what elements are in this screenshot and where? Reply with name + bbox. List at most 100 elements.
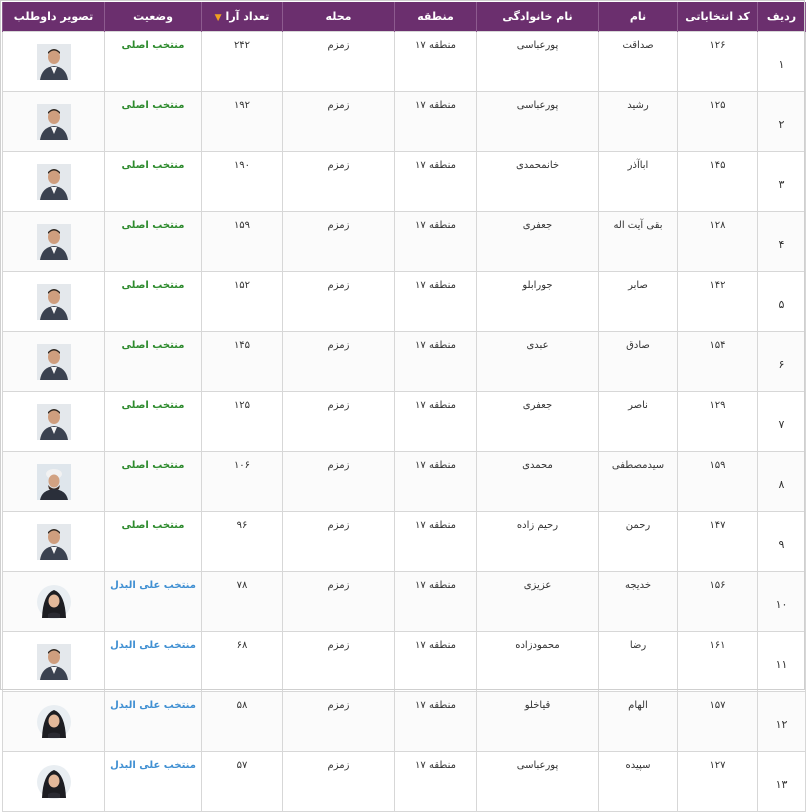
cell-row-number: ۸ [757,451,806,512]
cell-neighborhood: زمزم [282,91,395,152]
cell-neighborhood: زمزم [282,151,395,212]
cell-status: منتخب علی البدل [104,631,202,692]
cell-last-name: پورعباسی [476,31,599,92]
cell-candidate-photo [2,91,105,152]
cell-last-name: قیاخلو [476,691,599,752]
cell-last-name: پورعباسی [476,751,599,812]
table-row[interactable]: ۱۲ ۱۵۷ الهام قیاخلو منطقه ۱۷ زمزم ۵۸ منتخب علی … [2,691,806,752]
table-row[interactable]: ۶ ۱۵۴ صادق عبدی منطقه ۱۷ زمزم ۱۴۵ منتخب اصلی [2,331,806,392]
table-row[interactable]: ۲ ۱۲۵ رشید پورعباسی منطقه ۱۷ زمزم ۱۹۲ منتخب اصل… [2,91,806,152]
header-election-code[interactable]: کد انتخاباتی [677,2,758,32]
cell-first-name: صداقت [598,31,678,92]
cell-first-name: بقی آیت اله [598,211,678,272]
cell-first-name: سیدمصطفی [598,451,678,512]
cell-candidate-photo [2,511,105,572]
cell-first-name: رشید [598,91,678,152]
header-neighborhood[interactable]: محله [282,2,395,32]
table-row[interactable]: ۷ ۱۲۹ ناصر جعفری منطقه ۱۷ زمزم ۱۲۵ منتخب اصلی [2,391,806,452]
cell-votes: ۱۵۲ [201,271,283,332]
cell-row-number: ۱ [757,31,806,92]
male-candidate-photo[interactable] [36,163,71,200]
cell-last-name: رحیم زاده [476,511,599,572]
table-row[interactable]: ۱۳ ۱۲۷ سپیده پورعباسی منطقه ۱۷ زمزم ۵۷ منتخب عل… [2,751,806,812]
cell-candidate-photo [2,31,105,92]
male-candidate-photo[interactable] [36,43,71,80]
results-table: ردیف کد انتخاباتی نام نام خانوادگی منطقه… [2,2,806,812]
cell-first-name: صادق [598,331,678,392]
female-candidate-photo[interactable] [36,704,71,740]
cell-first-name: صابر [598,271,678,332]
male-candidate-photo[interactable] [36,343,71,380]
cell-last-name: عبدی [476,331,599,392]
cell-status: منتخب اصلی [104,271,202,332]
cell-last-name: خانمحمدی [476,151,599,212]
cell-votes: ۱۵۹ [201,211,283,272]
cell-candidate-photo [2,331,105,392]
header-last-name[interactable]: نام خانوادگی [476,2,599,32]
table-row[interactable]: ۸ ۱۵۹ سیدمصطفی محمدی منطقه ۱۷ زمزم ۱۰۶ منتخب اص… [2,451,806,512]
cell-election-code: ۱۵۶ [677,571,758,632]
cell-first-name: اباآذر [598,151,678,212]
cell-status: منتخب علی البدل [104,571,202,632]
cell-last-name: جورابلو [476,271,599,332]
cell-zone: منطقه ۱۷ [394,151,477,212]
cell-neighborhood: زمزم [282,631,395,692]
table-row[interactable]: ۱۱ ۱۶۱ رضا محمودزاده منطقه ۱۷ زمزم ۶۸ منتخب علی… [2,631,806,692]
cell-row-number: ۹ [757,511,806,572]
cell-votes: ۱۹۲ [201,91,283,152]
header-status[interactable]: وضعیت [104,2,202,32]
cell-first-name: خدیجه [598,571,678,632]
cell-votes: ۱۰۶ [201,451,283,512]
cell-status: منتخب اصلی [104,91,202,152]
cell-candidate-photo [2,631,105,692]
results-table-container: ردیف کد انتخاباتی نام نام خانوادگی منطقه… [2,2,806,812]
cell-zone: منطقه ۱۷ [394,331,477,392]
table-row[interactable]: ۳ ۱۴۵ اباآذر خانمحمدی منطقه ۱۷ زمزم ۱۹۰ منتخب ا… [2,151,806,212]
cell-neighborhood: زمزم [282,331,395,392]
cell-election-code: ۱۴۲ [677,271,758,332]
female-candidate-photo[interactable] [36,764,71,800]
header-candidate-photo[interactable]: تصویر داوطلب [2,2,105,32]
male-candidate-photo[interactable] [36,103,71,140]
cell-row-number: ۵ [757,271,806,332]
cell-status: منتخب اصلی [104,31,202,92]
cell-neighborhood: زمزم [282,211,395,272]
table-row[interactable]: ۱ ۱۲۶ صداقت پورعباسی منطقه ۱۷ زمزم ۲۴۲ منتخب اص… [2,31,806,92]
cell-row-number: ۱۰ [757,571,806,632]
cell-neighborhood: زمزم [282,691,395,752]
cell-zone: منطقه ۱۷ [394,271,477,332]
cleric-candidate-photo[interactable] [36,463,71,500]
table-row[interactable]: ۴ ۱۲۸ بقی آیت اله جعفری منطقه ۱۷ زمزم ۱۵۹ منتخب… [2,211,806,272]
cell-zone: منطقه ۱۷ [394,91,477,152]
cell-candidate-photo [2,451,105,512]
cell-neighborhood: زمزم [282,391,395,452]
cell-row-number: ۲ [757,91,806,152]
cell-candidate-photo [2,391,105,452]
cell-votes: ۵۸ [201,691,283,752]
male-candidate-photo[interactable] [36,523,71,560]
cell-election-code: ۱۲۸ [677,211,758,272]
cell-zone: منطقه ۱۷ [394,571,477,632]
male-candidate-photo[interactable] [36,223,71,260]
cell-neighborhood: زمزم [282,451,395,512]
cell-status: منتخب اصلی [104,451,202,512]
header-row-number[interactable]: ردیف [757,2,806,32]
cell-zone: منطقه ۱۷ [394,631,477,692]
cell-candidate-photo [2,151,105,212]
male-candidate-photo[interactable] [36,403,71,440]
header-votes[interactable]: تعداد آرا▼ [201,2,283,32]
cell-row-number: ۴ [757,211,806,272]
cell-candidate-photo [2,751,105,812]
header-first-name[interactable]: نام [598,2,678,32]
cell-election-code: ۱۴۵ [677,151,758,212]
male-candidate-photo[interactable] [36,643,71,680]
table-row[interactable]: ۹ ۱۴۷ رحمن رحیم زاده منطقه ۱۷ زمزم ۹۶ منتخب اصل… [2,511,806,572]
table-row[interactable]: ۵ ۱۴۲ صابر جورابلو منطقه ۱۷ زمزم ۱۵۲ منتخب اصلی [2,271,806,332]
male-candidate-photo[interactable] [36,283,71,320]
header-zone[interactable]: منطقه [394,2,477,32]
cell-status: منتخب اصلی [104,511,202,572]
cell-zone: منطقه ۱۷ [394,511,477,572]
cell-candidate-photo [2,271,105,332]
female-candidate-photo[interactable] [36,584,71,620]
table-row[interactable]: ۱۰ ۱۵۶ خدیجه عزیزی منطقه ۱۷ زمزم ۷۸ منتخب علی ا… [2,571,806,632]
